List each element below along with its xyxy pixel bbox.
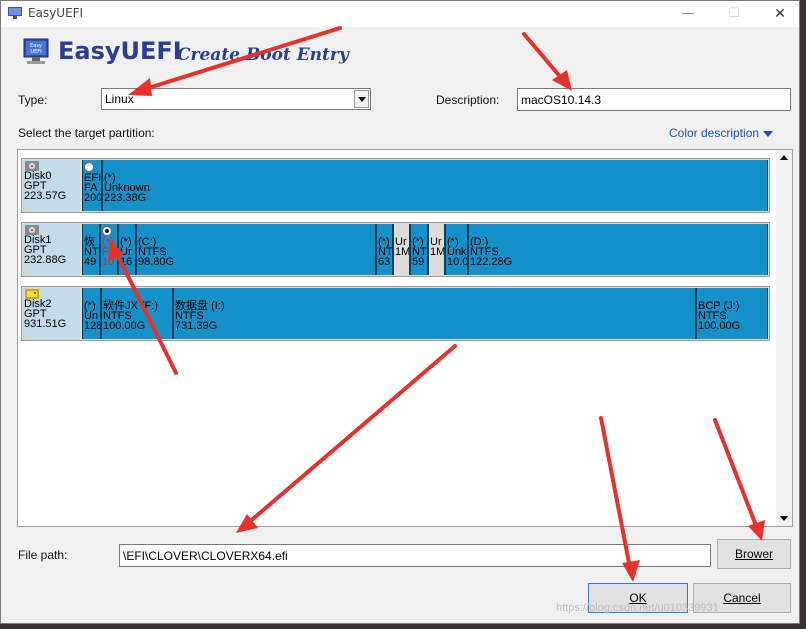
dropdown-arrow-icon[interactable]: [354, 90, 369, 108]
partition-label: 数据盘 (I:) NTFS 731.39G: [175, 301, 225, 332]
description-value: macOS10.14.3: [521, 93, 602, 107]
partition[interactable]: (*) Un 128: [82, 288, 101, 339]
file-path-value: \EFI\CLOVER\CLOVERX64.efi: [123, 549, 288, 563]
file-path-label: File path:: [18, 548, 68, 562]
chevron-down-icon: [763, 130, 774, 137]
partition-label: EFI FA 200: [84, 173, 102, 204]
partition-label: (D:) NTFS 122.28G: [470, 237, 513, 268]
description-label: Description:: [436, 93, 500, 107]
partition[interactable]: (*) NT 63: [376, 224, 393, 275]
partition-line-2: 1M: [395, 246, 410, 258]
partition-line-2: 1M: [430, 246, 445, 258]
partition-label: Ur 1M: [395, 237, 410, 258]
partition[interactable]: (*) Unk 10.0: [445, 224, 468, 275]
partition[interactable]: (C:) NTFS 98.80G: [136, 224, 376, 275]
partition-label: (*) Unk 10.0: [447, 237, 468, 268]
browse-button[interactable]: Brower: [717, 539, 791, 569]
partition-line-3: 10: [102, 256, 115, 268]
color-description-link[interactable]: Color description: [669, 126, 774, 140]
cancel-button-label: Cancel: [723, 591, 761, 605]
partition-selected[interactable]: (*) FA 10: [100, 224, 118, 275]
disk-size: 232.88G: [24, 254, 67, 266]
partition-label: (*) NT 63: [378, 237, 392, 268]
disk-size: 223.57G: [24, 190, 67, 202]
partition-line-3: 16: [120, 256, 133, 268]
description-field[interactable]: macOS10.14.3: [517, 88, 791, 111]
color-description-text: Color description: [669, 126, 760, 140]
partition[interactable]: 数据盘 (I:) NTFS 731.39G: [173, 288, 696, 339]
partition-label: (*) Ur 16: [120, 237, 133, 268]
partition-radio-selected[interactable]: [102, 226, 112, 236]
partition-label: 软件JX (F:) NTFS 100.00G: [103, 301, 158, 332]
partition-unallocated[interactable]: Ur 1M: [393, 224, 410, 275]
partition[interactable]: 恢 NT 49: [82, 224, 100, 275]
partition-line-3: 59: [412, 256, 425, 268]
easyuefi-logo-icon: Easy UEFI: [23, 38, 49, 64]
partition-line-3: 200: [84, 192, 102, 204]
partition-label: (*) Unknown 223.38G: [104, 173, 150, 204]
create-boot-entry-window: EasyUEFI — ☐ ✕ Easy UEFI EasyUEFI Create…: [0, 0, 800, 624]
partition-unallocated[interactable]: Ur 1M: [428, 224, 445, 275]
partition[interactable]: BCP (J:) NTFS 100.00G: [696, 288, 768, 339]
scroll-up-icon[interactable]: [776, 150, 792, 166]
partition-line-3: 10.0: [447, 256, 468, 268]
close-button[interactable]: ✕: [757, 1, 803, 27]
brand-title: EasyUEFI: [58, 37, 182, 65]
partition-line-3: 63: [378, 256, 391, 268]
partition[interactable]: EFI FA 200: [82, 160, 102, 211]
disk-row: Disk2 GPT 931.51G (*) Un 128 软件JX (F:) NTFS…: [21, 286, 770, 341]
select-partition-label: Select the target partition:: [18, 126, 155, 140]
partition-label: (C:) NTFS 98.80G: [138, 237, 175, 268]
watermark: https://blog.csdn.net/u010339931: [556, 602, 719, 614]
title-bar: EasyUEFI — ☐ ✕: [1, 1, 799, 27]
partition[interactable]: (*) NT 59: [410, 224, 428, 275]
window-title: EasyUEFI: [28, 6, 84, 20]
partition-radio[interactable]: [84, 162, 94, 172]
partition[interactable]: (*) Ur 16: [118, 224, 136, 275]
partition-line-3: 122.28G: [470, 256, 513, 268]
file-path-field[interactable]: \EFI\CLOVER\CLOVERX64.efi: [119, 544, 711, 567]
vertical-scrollbar[interactable]: [776, 150, 792, 526]
partition[interactable]: (D:) NTFS 122.28G: [468, 224, 768, 275]
partition[interactable]: 软件JX (F:) NTFS 100.00G: [101, 288, 173, 339]
partition-label: (*) NT 59: [412, 237, 427, 268]
disk-size: 931.51G: [24, 318, 67, 330]
disk-row: Disk1 GPT 232.88G 恢 NT 49 (*) FA 10 (*) Ur 16 …: [21, 222, 770, 277]
partition-line-3: 731.39G: [175, 320, 218, 332]
partition-line-3: 100.00G: [103, 320, 146, 332]
disk-info: Disk2 GPT 931.51G: [23, 288, 80, 339]
type-dropdown[interactable]: Linux: [101, 88, 371, 110]
partition-line-3: 128: [84, 320, 101, 332]
partition-label: Ur 1M: [430, 237, 445, 258]
partition-line-3: 100.00G: [698, 320, 741, 332]
disk-row: Disk0 GPT 223.57G EFI FA 200 (*) Unknown 223…: [21, 158, 770, 213]
partition-label: (*) Un 128: [84, 301, 101, 332]
app-icon: [8, 7, 22, 19]
partition-line-3: 98.80G: [138, 256, 175, 268]
partition-label: (*) FA 10: [102, 237, 115, 268]
type-dropdown-value: Linux: [105, 92, 134, 106]
partition-label: BCP (J:) NTFS 100.00G: [698, 301, 741, 332]
type-label: Type:: [18, 93, 48, 107]
scroll-down-icon[interactable]: [776, 510, 792, 526]
maximize-button[interactable]: ☐: [711, 1, 757, 27]
logo-text-uefi: UEFI: [30, 49, 41, 55]
partition-label: 恢 NT 49: [84, 237, 99, 268]
minimize-button[interactable]: —: [665, 1, 711, 27]
partition-line-3: 223.38G: [104, 192, 147, 204]
page-subtitle: Create Boot Entry: [177, 45, 349, 65]
disk-info: Disk0 GPT 223.57G: [23, 160, 80, 211]
partition-line-3: 49: [84, 256, 97, 268]
partition[interactable]: (*) Unknown 223.38G: [102, 160, 768, 211]
disk-info: Disk1 GPT 232.88G: [23, 224, 80, 275]
browse-button-label: Brower: [734, 547, 773, 561]
